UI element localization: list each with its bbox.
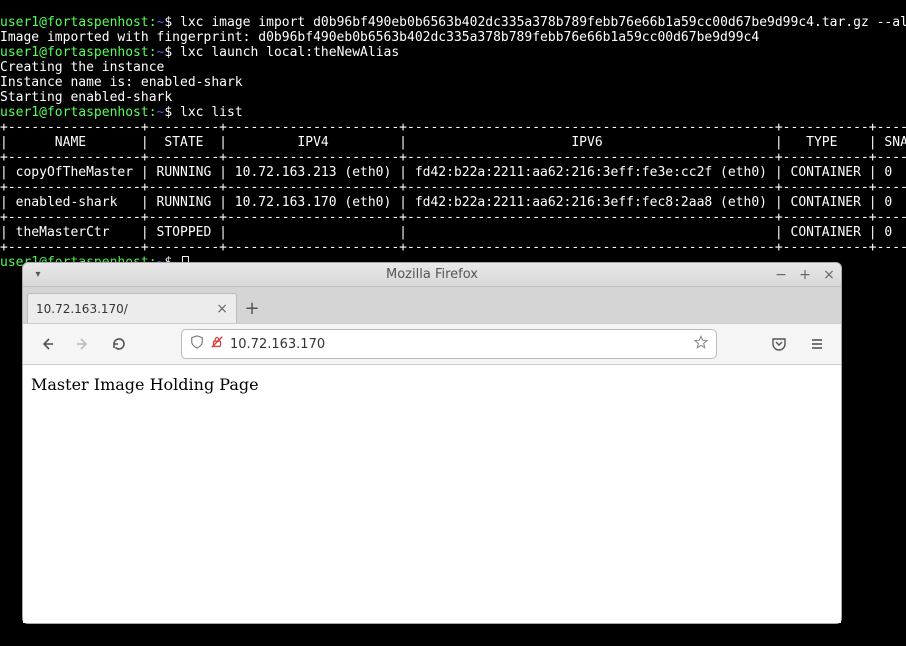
app-menu-button[interactable] (803, 330, 831, 358)
window-titlebar[interactable]: ▾ Mozilla Firefox − + × (23, 263, 841, 287)
page-heading: Master Image Holding Page (31, 375, 833, 394)
table-border: +-----------------+---------+-----------… (0, 120, 906, 135)
page-content: Master Image Holding Page (23, 365, 841, 623)
url-text: 10.72.163.170 (230, 337, 688, 352)
pocket-button[interactable] (765, 330, 793, 358)
back-button[interactable] (33, 330, 61, 358)
prompt-3: user1@fortaspenhost:~ (0, 105, 164, 120)
table-header: | NAME | STATE | IPV4 | IPV6 | TYPE | SN… (0, 135, 906, 150)
table-border: +-----------------+---------+-----------… (0, 150, 906, 165)
new-tab-button[interactable]: + (237, 293, 267, 323)
terminal-output: user1@fortaspenhost:~$ lxc image import … (0, 0, 906, 270)
table-row: | enabled-shark | RUNNING | 10.72.163.17… (0, 195, 906, 210)
forward-button[interactable] (69, 330, 97, 358)
cmd-2: lxc launch local:theNewAlias (180, 45, 399, 60)
tab-title: 10.72.163.170/ (36, 302, 128, 316)
nav-toolbar: 10.72.163.170 (23, 323, 841, 365)
table-border: +-----------------+---------+-----------… (0, 210, 906, 225)
table-border: +-----------------+---------+-----------… (0, 240, 906, 255)
out-line-5: Instance name is: enabled-shark (0, 75, 243, 90)
table-row: | theMasterCtr | STOPPED | | | CONTAINER… (0, 225, 906, 240)
reload-icon (111, 336, 127, 352)
tab-close-icon[interactable]: × (216, 301, 228, 317)
shield-icon[interactable] (190, 335, 204, 353)
cmd-3: lxc list (180, 105, 243, 120)
browser-tab[interactable]: 10.72.163.170/ × (27, 293, 237, 323)
arrow-left-icon (39, 336, 55, 352)
pocket-icon (771, 336, 787, 352)
prompt-2: user1@fortaspenhost:~ (0, 45, 164, 60)
minimize-icon[interactable]: − (773, 267, 789, 283)
insecure-lock-icon[interactable] (210, 335, 224, 353)
hamburger-icon (809, 336, 825, 352)
table-row: | copyOfTheMaster | RUNNING | 10.72.163.… (0, 165, 906, 180)
bookmark-star-icon[interactable] (694, 335, 708, 353)
close-icon[interactable]: × (821, 267, 837, 283)
reload-button[interactable] (105, 330, 133, 358)
firefox-window: ▾ Mozilla Firefox − + × 10.72.163.170/ ×… (22, 262, 842, 624)
maximize-icon[interactable]: + (797, 267, 813, 283)
url-bar[interactable]: 10.72.163.170 (181, 329, 717, 359)
out-line-6: Starting enabled-shark (0, 90, 172, 105)
window-title: Mozilla Firefox (23, 267, 841, 282)
out-line-2: Image imported with fingerprint: d0b96bf… (0, 30, 759, 45)
tab-strip: 10.72.163.170/ × + (23, 287, 841, 323)
prompt-1: user1@fortaspenhost:~ (0, 15, 164, 30)
out-line-4: Creating the instance (0, 60, 164, 75)
table-border: +-----------------+---------+-----------… (0, 180, 906, 195)
cmd-1: lxc image import d0b96bf490eb0b6563b402d… (180, 15, 906, 30)
arrow-right-icon (75, 336, 91, 352)
